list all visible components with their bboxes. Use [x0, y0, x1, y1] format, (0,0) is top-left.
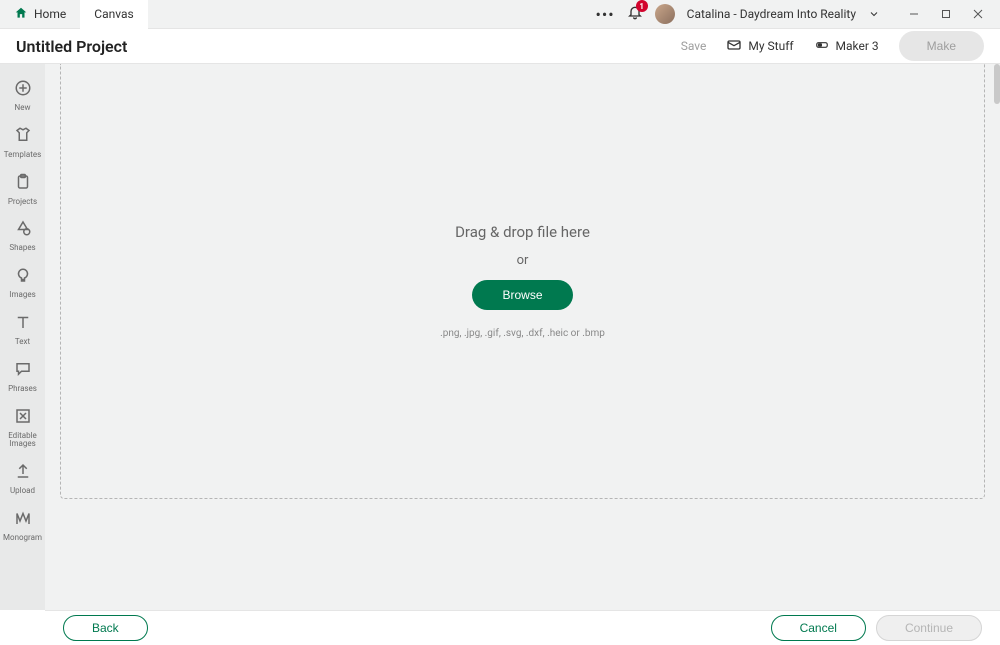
- home-icon: [14, 6, 28, 23]
- vertical-scrollbar[interactable]: [994, 64, 1000, 610]
- shirt-icon: [14, 126, 32, 148]
- notifications-button[interactable]: 1: [627, 4, 643, 24]
- sidebar-item-shapes[interactable]: Shapes: [0, 214, 45, 261]
- notification-badge: 1: [636, 0, 648, 12]
- sidebar-item-phrases[interactable]: Phrases: [0, 355, 45, 402]
- continue-button: Continue: [876, 615, 982, 641]
- sidebar-label-editable-images: Editable Images: [2, 432, 43, 450]
- chevron-down-icon[interactable]: [868, 5, 880, 24]
- monogram-icon: [14, 509, 32, 531]
- tab-canvas-label: Canvas: [94, 7, 133, 21]
- window-controls: [900, 0, 992, 29]
- sidebar-label-phrases: Phrases: [8, 385, 37, 394]
- sidebar-item-text[interactable]: Text: [0, 308, 45, 355]
- sidebar-item-images[interactable]: Images: [0, 261, 45, 308]
- sidebar-label-projects: Projects: [8, 198, 37, 207]
- sidebar-item-new[interactable]: New: [0, 74, 45, 121]
- chat-icon: [14, 360, 32, 382]
- footer-right: Cancel Continue: [771, 615, 982, 641]
- scroll-thumb[interactable]: [994, 64, 1000, 104]
- more-menu-icon[interactable]: •••: [595, 5, 614, 24]
- save-link: Save: [681, 39, 707, 53]
- make-button: Make: [899, 31, 984, 61]
- tab-canvas[interactable]: Canvas: [80, 0, 147, 29]
- upload-icon: [14, 462, 32, 484]
- envelope-icon: [726, 37, 742, 56]
- main-area: New Templates Projects Shapes Images Tex…: [0, 64, 1000, 610]
- minimize-button[interactable]: [900, 0, 928, 29]
- dropzone-formats: .png, .jpg, .gif, .svg, .dxf, .heic or .…: [440, 328, 605, 339]
- close-button[interactable]: [964, 0, 992, 29]
- maximize-button[interactable]: [932, 0, 960, 29]
- sidebar-label-monogram: Monogram: [3, 534, 42, 543]
- plus-circle-icon: [14, 79, 32, 101]
- maker-label: Maker 3: [836, 39, 879, 53]
- sidebar-item-monogram[interactable]: Monogram: [0, 504, 45, 551]
- my-stuff-link[interactable]: My Stuff: [726, 37, 793, 56]
- header-actions: Save My Stuff Maker 3 Make: [681, 31, 984, 61]
- sidebar-label-text: Text: [15, 338, 30, 347]
- edit-image-icon: [14, 407, 32, 429]
- canvas-area: Drag & drop file here or Browse .png, .j…: [45, 64, 1000, 610]
- back-button[interactable]: Back: [63, 615, 148, 641]
- title-bar: Home Canvas ••• 1 Catalina - Daydream In…: [0, 0, 1000, 29]
- sidebar-item-templates[interactable]: Templates: [0, 121, 45, 168]
- sidebar-item-projects[interactable]: Projects: [0, 168, 45, 215]
- bulb-icon: [14, 266, 32, 288]
- dropzone-or: or: [517, 253, 529, 268]
- header: Untitled Project Save My Stuff Maker 3 M…: [0, 29, 1000, 64]
- browse-button[interactable]: Browse: [472, 280, 572, 310]
- text-icon: [14, 313, 32, 335]
- tab-home[interactable]: Home: [0, 0, 80, 29]
- maker-link[interactable]: Maker 3: [814, 38, 879, 55]
- my-stuff-label: My Stuff: [748, 39, 793, 53]
- title-bar-right: ••• 1 Catalina - Daydream Into Reality: [595, 0, 1000, 29]
- sidebar-label-shapes: Shapes: [9, 244, 35, 253]
- avatar[interactable]: [655, 4, 675, 24]
- sidebar-label-images: Images: [9, 291, 35, 300]
- machine-icon: [814, 38, 830, 55]
- sidebar: New Templates Projects Shapes Images Tex…: [0, 64, 45, 610]
- file-dropzone[interactable]: Drag & drop file here or Browse .png, .j…: [60, 64, 985, 499]
- shapes-icon: [14, 219, 32, 241]
- user-name[interactable]: Catalina - Daydream Into Reality: [687, 7, 856, 21]
- project-title[interactable]: Untitled Project: [16, 37, 127, 56]
- sidebar-item-editable-images[interactable]: Editable Images: [0, 402, 45, 458]
- sidebar-label-templates: Templates: [4, 151, 41, 160]
- dropzone-title: Drag & drop file here: [455, 223, 590, 241]
- sidebar-label-new: New: [15, 104, 31, 113]
- sidebar-item-upload[interactable]: Upload: [0, 457, 45, 504]
- cancel-button[interactable]: Cancel: [771, 615, 866, 641]
- sidebar-label-upload: Upload: [10, 487, 35, 496]
- clipboard-icon: [14, 173, 32, 195]
- tab-home-label: Home: [34, 7, 66, 21]
- footer: Back Cancel Continue: [45, 610, 1000, 645]
